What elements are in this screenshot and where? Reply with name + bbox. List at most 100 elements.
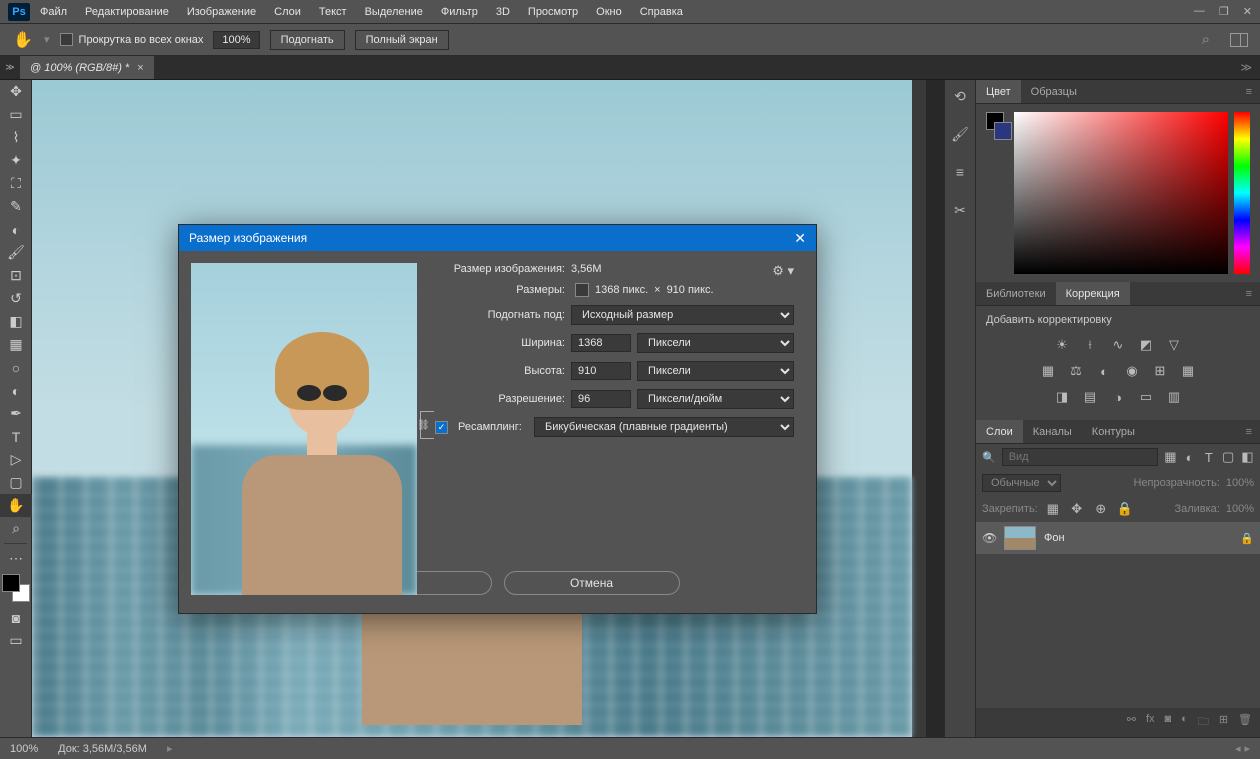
hand-tool[interactable]: ✋ <box>0 494 32 517</box>
tab-color[interactable]: Цвет <box>976 80 1021 103</box>
layer-thumbnail[interactable] <box>1004 526 1036 550</box>
layer-filter-icon[interactable]: 🔍 <box>982 451 996 464</box>
levels-icon[interactable]: ⟊ <box>1081 336 1099 354</box>
link-layers-icon[interactable]: ⚯ <box>1127 713 1136 732</box>
brush-tool[interactable]: 🖌 <box>0 241 32 264</box>
search-icon[interactable]: ⌕ <box>1202 31 1210 48</box>
layer-lock-icon[interactable]: 🔒 <box>1240 532 1254 545</box>
scroll-right-icon[interactable]: ▸ <box>1244 742 1250 755</box>
fg-color-swatch[interactable] <box>2 574 20 592</box>
layer-fx-icon[interactable]: fx <box>1146 713 1155 732</box>
eraser-tool[interactable]: ◧ <box>0 310 32 333</box>
color-panel-menu[interactable]: ≡ <box>1238 80 1260 103</box>
threshold-icon[interactable]: ◑ <box>1109 388 1127 406</box>
status-zoom[interactable]: 100% <box>10 743 38 755</box>
spot-heal-tool[interactable]: ◐ <box>0 218 32 241</box>
eyedropper-tool[interactable]: ✎ <box>0 195 32 218</box>
lut-icon[interactable]: ▦ <box>1179 362 1197 380</box>
tab-paths[interactable]: Контуры <box>1082 420 1145 443</box>
dims-unit-toggle[interactable] <box>575 283 589 297</box>
blend-mode-select[interactable]: Обычные <box>982 474 1061 492</box>
balance-icon[interactable]: ⚖ <box>1067 362 1085 380</box>
filter-pixel-icon[interactable]: ▦ <box>1164 448 1177 466</box>
dodge-tool[interactable]: ◐ <box>0 379 32 402</box>
vibrance-icon[interactable]: ▽ <box>1165 336 1183 354</box>
filter-adjust-icon[interactable]: ◐ <box>1183 448 1196 466</box>
stamp-tool[interactable]: ⊡ <box>0 264 32 287</box>
brightness-icon[interactable]: ☀ <box>1053 336 1071 354</box>
layer-visibility-icon[interactable]: 👁 <box>982 531 996 545</box>
tab-libraries[interactable]: Библиотеки <box>976 282 1056 305</box>
fit-select[interactable]: Исходный размер <box>571 305 794 325</box>
fit-button[interactable]: Подогнать <box>270 30 345 50</box>
width-input[interactable] <box>571 334 631 352</box>
scroll-left-icon[interactable]: ◂ <box>1235 742 1241 755</box>
status-chevron-icon[interactable]: ▸ <box>167 742 173 755</box>
bw-icon[interactable]: ◐ <box>1095 362 1113 380</box>
height-input[interactable] <box>571 362 631 380</box>
lasso-tool[interactable]: ⌇ <box>0 126 32 149</box>
menu-image[interactable]: Изображение <box>179 3 264 21</box>
path-select-tool[interactable]: ▷ <box>0 448 32 471</box>
dialog-settings-icon[interactable]: ⚙ ▾ <box>772 263 794 279</box>
menu-layers[interactable]: Слои <box>266 3 309 21</box>
history-brush-tool[interactable]: ↺ <box>0 287 32 310</box>
tab-swatches[interactable]: Образцы <box>1021 80 1087 103</box>
filter-shape-icon[interactable]: ▢ <box>1222 448 1235 466</box>
opacity-value[interactable]: 100% <box>1226 477 1254 489</box>
new-fill-icon[interactable]: ◐ <box>1181 713 1188 732</box>
status-doc[interactable]: Док: 3,56M/3,56M <box>58 743 147 755</box>
hue-slider[interactable] <box>1234 112 1250 274</box>
layers-panel-menu[interactable]: ≡ <box>1238 420 1260 443</box>
selective-icon[interactable]: ▥ <box>1165 388 1183 406</box>
lock-all-icon[interactable]: 🔒 <box>1116 500 1134 518</box>
mask-mode-icon[interactable]: ◙ <box>0 606 32 629</box>
dialog-titlebar[interactable]: Размер изображения ✕ <box>179 225 816 251</box>
filter-smart-icon[interactable]: ◧ <box>1241 448 1254 466</box>
pen-tool[interactable]: ✒ <box>0 402 32 425</box>
close-icon[interactable]: ✕ <box>1243 5 1252 18</box>
vertical-scrollbar[interactable] <box>912 80 926 737</box>
menu-edit[interactable]: Редактирование <box>77 3 177 21</box>
menu-3d[interactable]: 3D <box>488 3 518 21</box>
menu-window[interactable]: Окно <box>588 3 630 21</box>
shape-tool[interactable]: ▢ <box>0 471 32 494</box>
layer-filter-input[interactable] <box>1002 448 1158 466</box>
tab-channels[interactable]: Каналы <box>1023 420 1082 443</box>
invert-icon[interactable]: ◨ <box>1053 388 1071 406</box>
tabbar-collapse-icon[interactable]: ≫ <box>0 56 20 79</box>
paragraph-panel-icon[interactable]: ≡ <box>950 162 970 182</box>
document-tab[interactable]: @ 100% (RGB/8#) * × <box>20 56 154 79</box>
cancel-button[interactable]: Отмена <box>504 571 680 595</box>
minimize-icon[interactable]: — <box>1194 5 1205 18</box>
menu-view[interactable]: Просмотр <box>520 3 586 21</box>
gradient-map-icon[interactable]: ▭ <box>1137 388 1155 406</box>
menu-file[interactable]: Файл <box>32 3 75 21</box>
curves-icon[interactable]: ∿ <box>1109 336 1127 354</box>
exposure-icon[interactable]: ◩ <box>1137 336 1155 354</box>
zoom-tool[interactable]: ⌕ <box>0 517 32 540</box>
dialog-close-icon[interactable]: ✕ <box>794 230 806 247</box>
menu-select[interactable]: Выделение <box>357 3 431 21</box>
crop-tool[interactable]: ⛶ <box>0 172 32 195</box>
new-group-icon[interactable]: 🗀 <box>1198 713 1209 732</box>
delete-layer-icon[interactable]: 🗑 <box>1238 713 1252 732</box>
resample-checkbox[interactable]: ✓ <box>435 421 448 434</box>
marquee-tool[interactable]: ▭ <box>0 103 32 126</box>
hue-icon[interactable]: ▦ <box>1039 362 1057 380</box>
panel-toggle-icon[interactable] <box>1230 33 1248 47</box>
fullscreen-button[interactable]: Полный экран <box>355 30 449 50</box>
height-unit-select[interactable]: Пиксели <box>637 361 794 381</box>
resolution-input[interactable] <box>571 390 631 408</box>
blur-tool[interactable]: ○ <box>0 356 32 379</box>
menu-help[interactable]: Справка <box>632 3 691 21</box>
menu-filter[interactable]: Фильтр <box>433 3 486 21</box>
filter-type-icon[interactable]: T <box>1202 448 1215 466</box>
link-dimensions-icon[interactable] <box>420 411 434 439</box>
correction-panel-menu[interactable]: ≡ <box>1238 282 1260 305</box>
type-tool[interactable]: T <box>0 425 32 448</box>
history-panel-icon[interactable]: ⟲ <box>950 86 970 106</box>
tabbar-menu-icon[interactable]: ≫ <box>1232 56 1260 79</box>
edit-toolbar-icon[interactable]: ⋯ <box>0 547 32 570</box>
lock-artboard-icon[interactable]: ⊕ <box>1092 500 1110 518</box>
